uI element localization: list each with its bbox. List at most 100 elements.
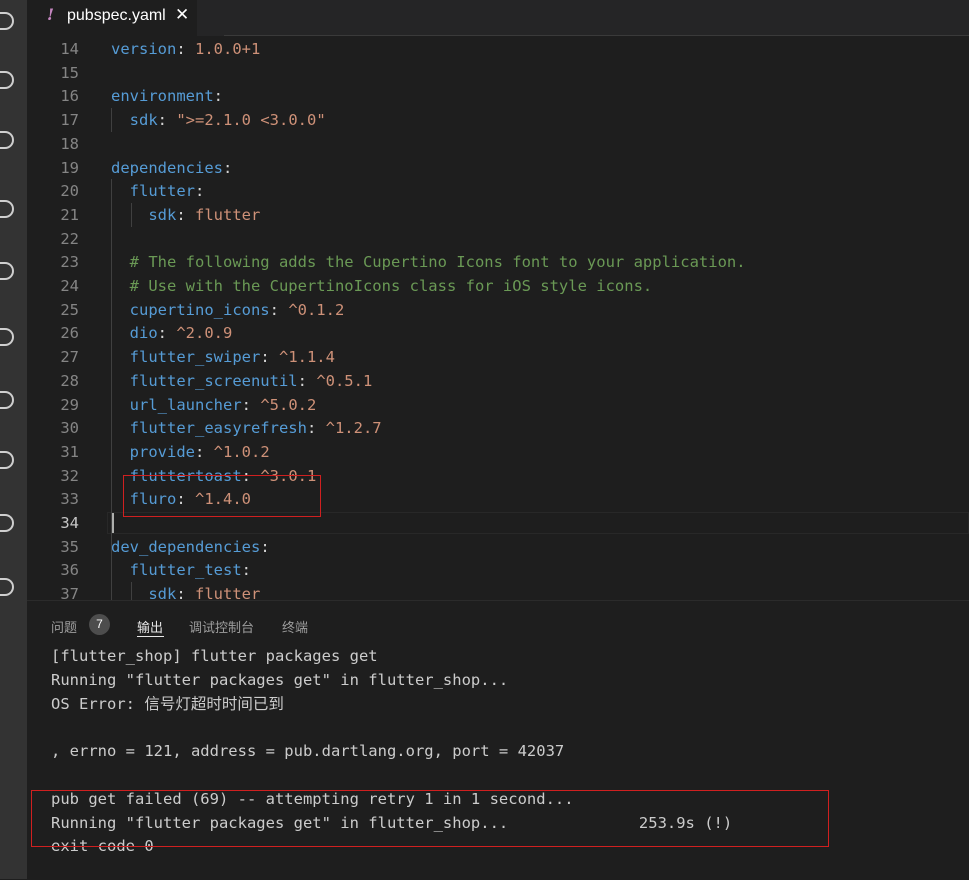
code-token: : xyxy=(260,537,270,556)
code-token: : xyxy=(306,419,326,438)
code-token: : xyxy=(241,561,251,580)
code-token: : xyxy=(269,300,289,319)
yaml-file-icon: ! xyxy=(47,5,55,24)
line-number: 29 xyxy=(60,395,79,414)
code-token: ">=2.1.0 <3.0.0" xyxy=(176,111,326,130)
code-token: : xyxy=(176,205,195,224)
explorer-icon[interactable] xyxy=(0,12,14,30)
code-line[interactable]: 37 sdk: flutter xyxy=(27,582,969,600)
tab-output[interactable]: 输出 xyxy=(137,617,163,636)
line-number: 20 xyxy=(60,182,79,201)
code-line[interactable]: 28 flutter_screenutil: ^0.5.1 xyxy=(27,369,969,393)
code-token: : xyxy=(157,111,177,130)
flutter-icon[interactable] xyxy=(0,578,14,596)
code-line[interactable]: 15 xyxy=(27,61,969,85)
code-text: url_launcher: ^5.0.2 xyxy=(111,393,317,417)
line-number: 36 xyxy=(60,561,79,580)
line-number: 15 xyxy=(60,63,79,82)
code-token: : xyxy=(241,395,261,414)
code-token: version xyxy=(111,40,177,58)
code-line[interactable]: 21 sdk: flutter xyxy=(27,203,969,227)
tab-title: pubspec.yaml xyxy=(67,7,166,24)
extensions-icon[interactable] xyxy=(0,262,14,280)
code-line[interactable]: 27 flutter_swiper: ^1.1.4 xyxy=(27,345,969,369)
editor-tab-bar: ! pubspec.yaml ✕ xyxy=(27,0,969,37)
code-text: sdk: flutter xyxy=(111,582,260,600)
line-number: 33 xyxy=(60,490,79,509)
code-line[interactable]: 16 environment: xyxy=(27,84,969,108)
code-editor[interactable]: 14 version: 1.0.0+1 15 16 environment: 17 sdk… xyxy=(27,37,969,600)
output-line: [flutter_shop] flutter packages get xyxy=(51,647,378,665)
code-token: # Use with the CupertinoIcons class for … xyxy=(111,277,653,295)
code-token: flutter xyxy=(195,205,261,224)
code-line[interactable]: 19 dependencies: xyxy=(27,156,969,180)
code-token: cupertino_icons xyxy=(111,300,270,319)
line-number: 18 xyxy=(60,134,79,153)
code-token: dev_dependencies xyxy=(111,537,261,556)
terminal-chevron-icon[interactable] xyxy=(0,451,14,469)
test-flask-icon[interactable] xyxy=(0,328,14,346)
code-text: environment: xyxy=(111,84,223,108)
highlight-box-retry xyxy=(31,790,829,847)
output-line: , errno = 121, address = pub.dartlang.or… xyxy=(51,742,565,761)
code-text: cupertino_icons: ^0.1.2 xyxy=(111,298,345,322)
code-token: provide xyxy=(111,442,195,461)
code-line[interactable]: 20 flutter: xyxy=(27,179,969,203)
close-icon[interactable]: ✕ xyxy=(175,5,189,25)
line-number: 25 xyxy=(60,300,79,319)
code-token: flutter xyxy=(111,182,195,201)
line-number: 17 xyxy=(60,111,79,130)
bottom-panel: 问题 7 输出 调试控制台 终端 [flutter_shop] flutter … xyxy=(27,600,969,880)
text-cursor xyxy=(112,513,114,533)
code-token: ^2.0.9 xyxy=(176,324,233,343)
code-token: flutter_test xyxy=(111,561,242,580)
code-line[interactable]: 22 xyxy=(27,227,969,251)
line-number: 27 xyxy=(60,348,79,367)
code-line[interactable]: 29 url_launcher: ^5.0.2 xyxy=(27,393,969,417)
indent-guide xyxy=(111,179,112,583)
source-control-icon[interactable] xyxy=(0,131,14,149)
tab-debug-console[interactable]: 调试控制台 xyxy=(189,617,254,636)
indent-guide xyxy=(131,582,132,600)
line-number: 21 xyxy=(60,205,79,224)
code-line[interactable]: 36 flutter_test: xyxy=(27,558,969,582)
code-line[interactable]: 14 version: 1.0.0+1 xyxy=(27,37,969,61)
code-line[interactable]: 24 # Use with the CupertinoIcons class f… xyxy=(27,274,969,298)
code-token: dio xyxy=(111,324,158,343)
code-token: ^0.5.1 xyxy=(316,371,373,390)
tab-terminal[interactable]: 终端 xyxy=(282,617,308,636)
code-token: flutter_easyrefresh xyxy=(111,419,307,438)
code-token: dependencies xyxy=(111,158,223,177)
code-line[interactable]: 25 cupertino_icons: ^0.1.2 xyxy=(27,298,969,322)
tab-problems[interactable]: 问题 xyxy=(51,617,77,636)
line-number: 30 xyxy=(60,419,79,438)
code-token: ^5.0.2 xyxy=(260,395,317,414)
code-line[interactable]: 35 dev_dependencies: xyxy=(27,535,969,559)
highlight-box-fluro xyxy=(123,475,321,518)
debug-icon[interactable] xyxy=(0,200,14,218)
code-text: # The following adds the Cupertino Icons… xyxy=(111,250,746,274)
code-text: sdk: ">=2.1.0 <3.0.0" xyxy=(111,108,326,132)
live-share-icon[interactable] xyxy=(0,514,14,532)
line-number: 24 xyxy=(60,277,79,295)
code-token: ^1.1.4 xyxy=(278,348,335,367)
tab-bar-divider xyxy=(224,35,969,36)
code-token: ^1.2.7 xyxy=(325,419,382,438)
code-line[interactable]: 17 sdk: ">=2.1.0 <3.0.0" xyxy=(27,108,969,132)
remote-explorer-icon[interactable] xyxy=(0,391,14,409)
tab-pubspec[interactable]: ! pubspec.yaml ✕ xyxy=(27,0,197,37)
line-number: 34 xyxy=(60,514,79,532)
code-line[interactable]: 31 provide: ^1.0.2 xyxy=(27,440,969,464)
code-token: : xyxy=(195,182,205,201)
code-token: ^1.0.2 xyxy=(213,442,270,461)
indent-guide xyxy=(111,582,112,600)
code-text: version: 1.0.0+1 xyxy=(111,37,260,61)
code-line[interactable]: 18 xyxy=(27,132,969,156)
code-token: url_launcher xyxy=(111,395,242,414)
search-icon[interactable] xyxy=(0,71,14,89)
code-line[interactable]: 26 dio: ^2.0.9 xyxy=(27,321,969,345)
code-line[interactable]: 23 # The following adds the Cupertino Ic… xyxy=(27,250,969,274)
line-number: 37 xyxy=(60,585,79,600)
code-line[interactable]: 30 flutter_easyrefresh: ^1.2.7 xyxy=(27,416,969,440)
indent-guide xyxy=(111,108,112,132)
